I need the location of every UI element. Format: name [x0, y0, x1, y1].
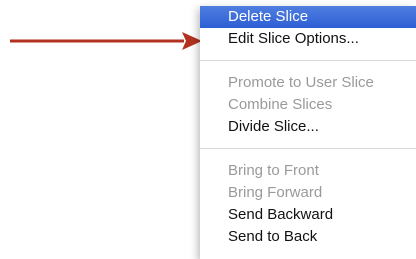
menu-item-edit-slice-options[interactable]: Edit Slice Options...	[200, 28, 416, 50]
menu-item-bring-to-front[interactable]: Bring to Front	[200, 160, 416, 182]
arrow-head	[182, 32, 202, 50]
menu-item-combine-slices[interactable]: Combine Slices	[200, 94, 416, 116]
menu-item-divide-slice[interactable]: Divide Slice...	[200, 116, 416, 138]
screenshot-stage: Delete Slice Edit Slice Options... Promo…	[0, 0, 416, 259]
menu-item-promote-to-user-slice[interactable]: Promote to User Slice	[200, 72, 416, 94]
menu-item-bring-forward[interactable]: Bring Forward	[200, 182, 416, 204]
menu-separator	[200, 148, 416, 149]
context-menu: Delete Slice Edit Slice Options... Promo…	[200, 6, 416, 259]
menu-item-send-to-back[interactable]: Send to Back	[200, 226, 416, 248]
menu-item-send-backward[interactable]: Send Backward	[200, 204, 416, 226]
menu-item-delete-slice[interactable]: Delete Slice	[200, 6, 416, 28]
menu-separator	[200, 60, 416, 61]
